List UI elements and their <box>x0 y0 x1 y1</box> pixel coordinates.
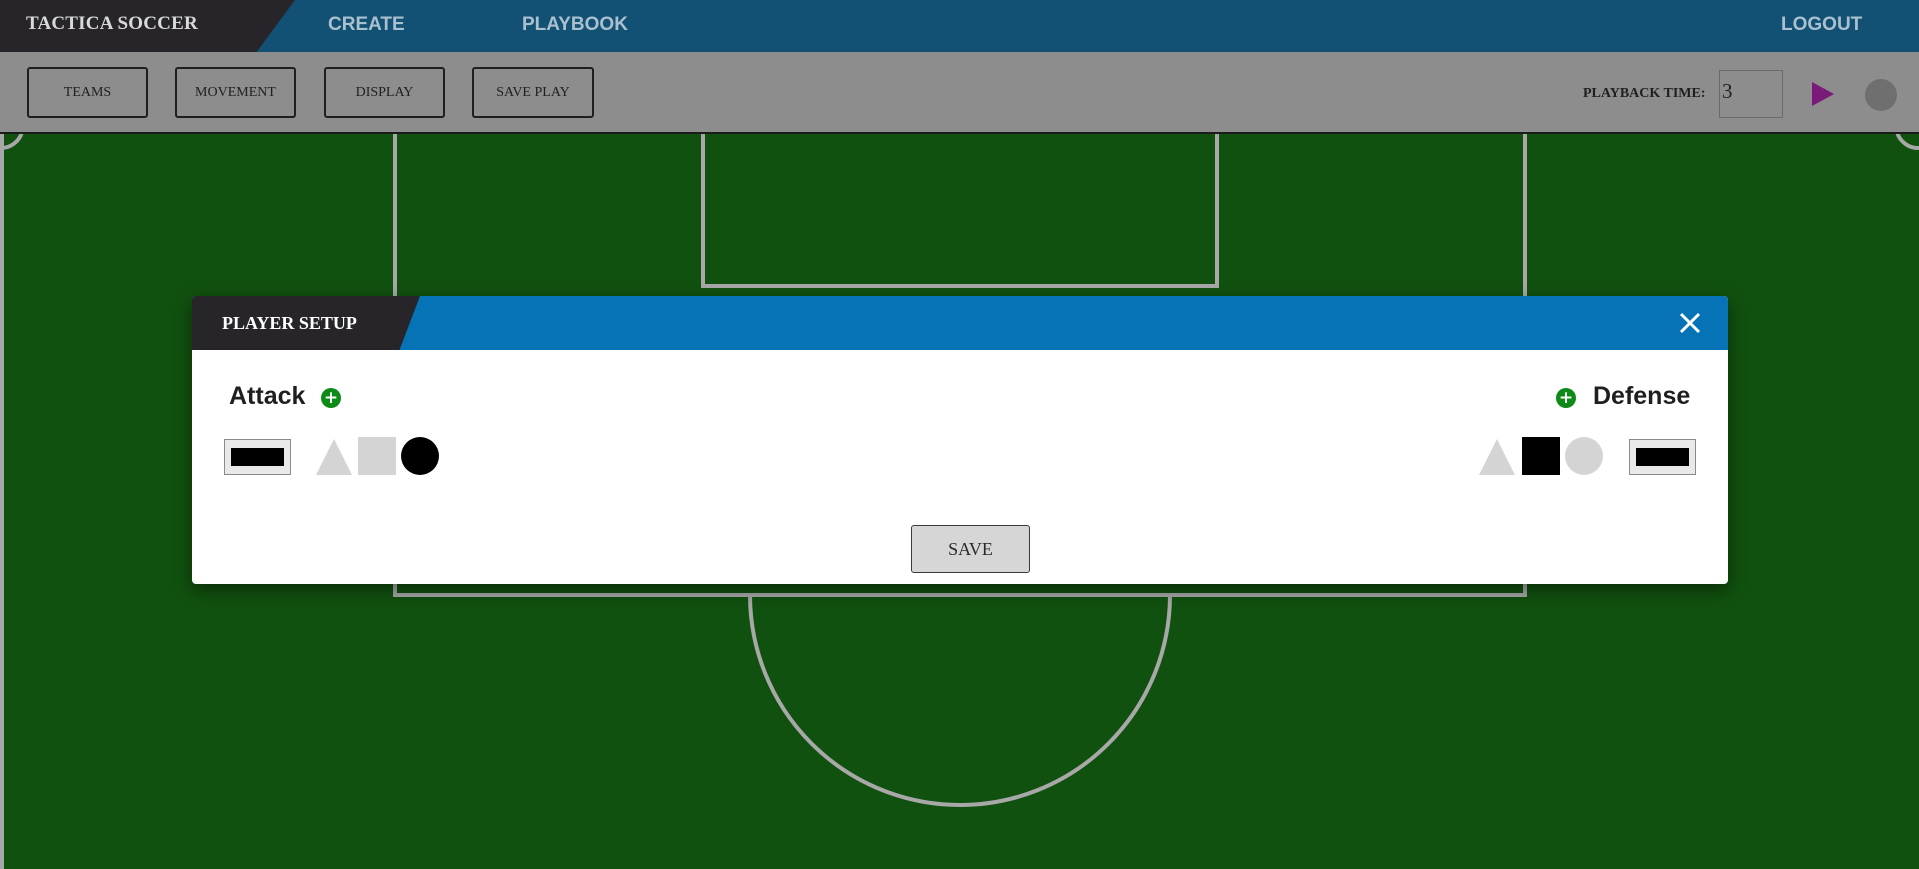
brand-logo[interactable]: TACTICA SOCCER <box>0 0 295 52</box>
defense-shape-circle[interactable] <box>1565 437 1603 475</box>
defense-title: Defense <box>1593 382 1691 410</box>
save-play-button[interactable]: SAVE PLAY <box>472 67 594 118</box>
defense-color-picker[interactable] <box>1629 439 1696 475</box>
add-attack-player-icon[interactable]: + <box>321 388 341 408</box>
attack-shape-triangle[interactable] <box>316 439 352 475</box>
nav-playbook[interactable]: PLAYBOOK <box>522 14 628 36</box>
record-icon[interactable] <box>1865 79 1897 111</box>
playback-time-label: PLAYBACK TIME: <box>1583 86 1706 101</box>
nav-create[interactable]: CREATE <box>328 14 405 36</box>
display-button[interactable]: DISPLAY <box>324 67 445 118</box>
penalty-arc <box>748 594 1172 807</box>
corner-arc-right <box>1895 131 1919 150</box>
corner-arc-left <box>0 131 24 150</box>
top-nav: TACTICA SOCCER CREATE PLAYBOOK LOGOUT <box>0 0 1919 52</box>
close-icon[interactable] <box>1676 309 1704 337</box>
defense-shape-square[interactable] <box>1522 437 1560 475</box>
play-icon[interactable] <box>1812 82 1834 106</box>
modal-title-tab: PLAYER SETUP <box>192 296 420 350</box>
player-setup-modal: PLAYER SETUP Attack + + Defense SAVE <box>192 296 1728 584</box>
add-defense-player-icon[interactable]: + <box>1556 388 1576 408</box>
attack-color-fill <box>231 448 284 466</box>
brand-name: TACTICA SOCCER <box>26 13 198 34</box>
attack-shape-square[interactable] <box>358 437 396 475</box>
defense-shape-triangle[interactable] <box>1479 439 1515 475</box>
modal-title: PLAYER SETUP <box>222 313 357 333</box>
defense-color-fill <box>1636 448 1689 466</box>
teams-button[interactable]: TEAMS <box>27 67 148 118</box>
goal-area <box>701 118 1219 288</box>
attack-color-picker[interactable] <box>224 439 291 475</box>
attack-shape-circle[interactable] <box>401 437 439 475</box>
nav-logout[interactable]: LOGOUT <box>1781 14 1862 36</box>
save-button[interactable]: SAVE <box>911 525 1030 573</box>
attack-title: Attack <box>229 382 306 410</box>
playback-time-input[interactable]: 3 <box>1719 70 1783 118</box>
modal-header: PLAYER SETUP <box>192 296 1728 350</box>
movement-button[interactable]: MOVEMENT <box>175 67 296 118</box>
